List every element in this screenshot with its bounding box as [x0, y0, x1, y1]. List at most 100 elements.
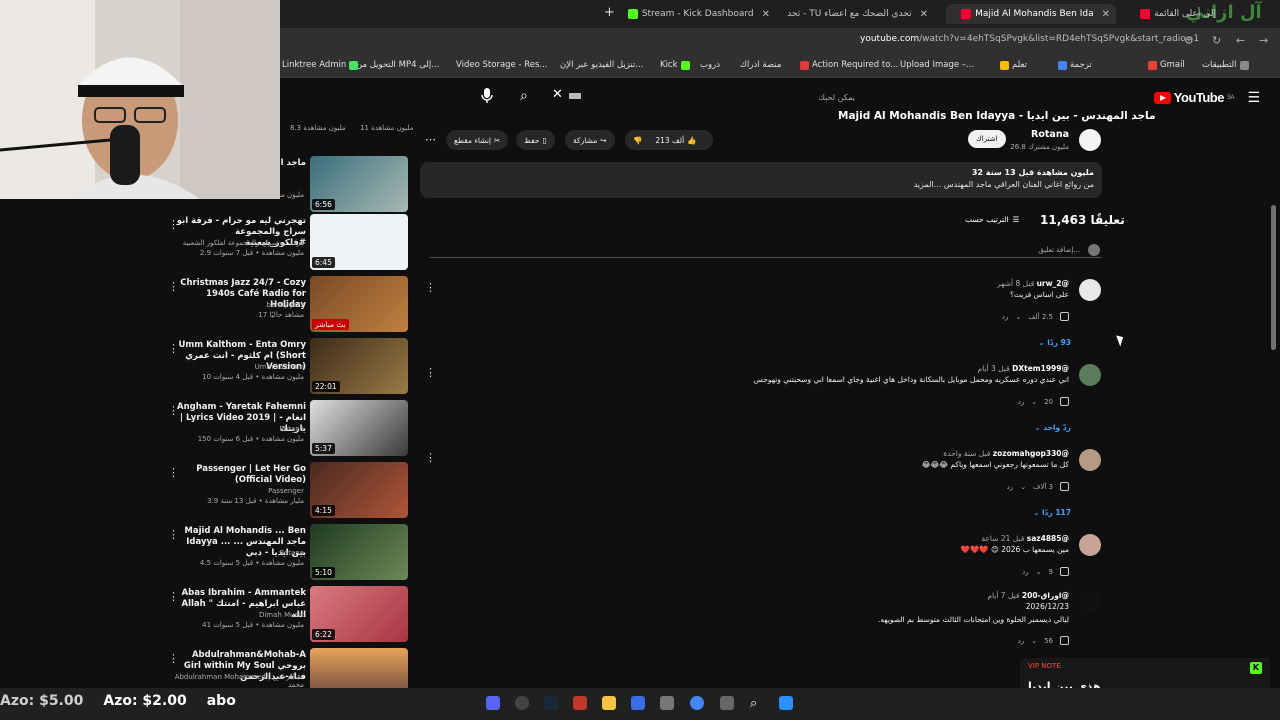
clip-button[interactable]: إنشاء مقطع ✂ — [446, 130, 509, 150]
rec-thumbnail[interactable]: 5:10 — [310, 524, 408, 580]
like-dislike-button[interactable]: 👎 213 ألف 👍 — [625, 130, 713, 150]
like-icon[interactable] — [1060, 312, 1069, 321]
like-icon[interactable] — [1060, 482, 1069, 491]
tune-icon[interactable]: ⚙ — [1184, 34, 1194, 47]
file-explorer-icon[interactable] — [602, 696, 616, 710]
rec-thumbnail[interactable]: 22:01 — [310, 338, 408, 394]
comment-avatar[interactable] — [1079, 591, 1101, 613]
bookmark-apps[interactable]: التطبيقات — [1202, 60, 1249, 70]
close-tab-icon[interactable]: ✕ — [762, 9, 770, 20]
rec-thumbnail[interactable]: بث مباشر — [310, 276, 408, 332]
more-options-icon[interactable]: ⋮ — [425, 281, 436, 294]
new-tab-button[interactable]: + — [604, 5, 615, 20]
rec-item[interactable]: ⋮ 6:22 Abas Ibrahim - Ammantek Allah " ع… — [160, 586, 412, 644]
rec-thumbnail[interactable]: 6:45 — [310, 214, 408, 270]
bookmark-video-storage[interactable]: Video Storage - Res... — [456, 60, 548, 70]
url-field[interactable]: youtube.com/watch?v=4ehTSqSPvgk&list=RD4… — [860, 34, 1199, 44]
comment-avatar[interactable] — [1079, 364, 1101, 386]
reply-button[interactable]: رد — [1018, 637, 1025, 645]
bookmark-gmail[interactable]: Gmail — [1148, 60, 1185, 70]
bookmark-upload-image[interactable]: Upload Image –... — [900, 60, 974, 70]
more-options-icon[interactable]: ⋮ — [425, 366, 436, 379]
channel-avatar[interactable] — [1079, 129, 1101, 151]
comment-avatar[interactable] — [1079, 534, 1101, 556]
bookmark-action-required[interactable]: Action Required to... — [800, 60, 898, 70]
video-actions: ⋯ إنشاء مقطع ✂ حفظ ▯ مشاركة ↪ 👎 213 ألف 👍 — [420, 130, 720, 150]
search-icon[interactable]: ⌕ — [750, 696, 764, 711]
dislike-icon[interactable]: ⌄ — [1015, 313, 1021, 321]
dislike-icon[interactable]: ⌄ — [1031, 398, 1037, 406]
reload-icon[interactable]: ↻ — [1212, 34, 1221, 47]
like-icon[interactable] — [1060, 636, 1069, 645]
subscribe-button[interactable]: اشتراك — [968, 130, 1006, 148]
bookmark-mp4-convert[interactable]: التحويل من MP4 إلى... — [356, 60, 439, 70]
microphone-icon[interactable] — [480, 87, 494, 105]
tab-top-of-list[interactable]: إلى أعلى القائمة — [1122, 4, 1222, 24]
search-icon[interactable]: ⌕ — [520, 88, 528, 104]
obs-icon[interactable] — [515, 696, 529, 710]
comment-avatar[interactable] — [1079, 449, 1101, 471]
back-icon[interactable]: ← — [1236, 34, 1245, 47]
channel-name[interactable]: Rotana — [1031, 129, 1069, 140]
bookmark-edraak[interactable]: منصة ادراك — [740, 60, 781, 70]
bookmark-translate[interactable]: ترجمة — [1058, 60, 1092, 70]
save-button[interactable]: حفظ ▯ — [516, 130, 555, 150]
dislike-icon[interactable]: ⌄ — [1036, 568, 1042, 576]
bookmark-kick[interactable]: Kick — [660, 60, 690, 70]
apps-grid-icon — [1239, 60, 1249, 70]
rec-thumbnail[interactable]: 6:56 — [310, 156, 408, 212]
forward-icon[interactable]: → — [1259, 34, 1268, 47]
like-icon[interactable] — [1060, 567, 1069, 576]
rec-item[interactable]: ⋮ 6:45 تهجرني ليه مو حرام - فرقة ابو سرا… — [160, 214, 412, 272]
tab-majid-al-mohandis[interactable]: ✕ Majid Al Mohandis Ben Ida — [946, 4, 1116, 24]
reply-button[interactable]: رد — [1018, 398, 1025, 406]
windows-start-icon[interactable] — [779, 696, 793, 710]
description-box[interactable]: 32 مليون مشاهدة قبل 13 سنة من روائع اغان… — [420, 162, 1102, 198]
rec-item[interactable]: ⋮ 4:15 Passenger | Let Her Go (Official … — [160, 462, 412, 520]
menu-icon[interactable]: ☰ — [1247, 90, 1260, 106]
dislike-icon[interactable]: ⌄ — [1031, 637, 1037, 645]
search-input[interactable]: يمكن لحبك — [543, 86, 863, 108]
bookmark-learn[interactable]: تعلم — [1000, 60, 1027, 70]
rec-thumbnail[interactable]: 5:37 — [310, 400, 408, 456]
tab-kick-dashboard[interactable]: ✕ Stream - Kick Dashboard — [626, 4, 776, 24]
rec-item[interactable]: ⋮ 5:10 Majid Al Mohandis ... Ben Idayya … — [160, 524, 412, 582]
youtube-logo[interactable]: YouTube SA — [1153, 90, 1235, 105]
reply-button[interactable]: رد — [1007, 483, 1014, 491]
reply-button[interactable]: رد — [1022, 568, 1029, 576]
sort-icon: ☰ — [1012, 215, 1020, 224]
chrome-icon[interactable] — [690, 696, 704, 710]
close-tab-icon[interactable]: ✕ — [920, 9, 928, 20]
bookmark-droob[interactable]: دروب — [700, 60, 720, 70]
rec-item[interactable]: ⋮ بث مباشر Christmas Jazz 24/7 - Cozy 19… — [160, 276, 412, 334]
bookmark-linktree[interactable]: Linktree Admin — [282, 60, 359, 70]
rec-item[interactable]: ⋮ 22:01 Umm Kalthom - Enta Omry ام كلثوم… — [160, 338, 412, 396]
steam-icon[interactable] — [544, 696, 558, 710]
comment-avatar[interactable] — [1079, 279, 1101, 301]
sort-comments-button[interactable]: الترتيب حسب ☰ — [965, 215, 1019, 224]
like-icon[interactable] — [1060, 397, 1069, 406]
editor-icon[interactable] — [573, 696, 587, 710]
store-icon[interactable] — [631, 696, 645, 710]
more-options-icon[interactable]: ⋮ — [425, 451, 436, 464]
task-view-icon[interactable] — [720, 696, 734, 710]
view-replies-button[interactable]: 117 ردًا ⌄ — [1033, 508, 1071, 517]
view-replies-button[interactable]: ردّ واحد ⌄ — [1034, 423, 1071, 432]
rec-thumbnail[interactable]: 4:15 — [310, 462, 408, 518]
scrollbar[interactable] — [1271, 205, 1276, 350]
youtube-favicon-icon — [961, 9, 972, 19]
discord-icon[interactable] — [486, 696, 500, 710]
dislike-icon[interactable]: ⌄ — [1020, 483, 1026, 491]
bookmark-video-download[interactable]: تنزيل الفيديو عبر الإن... — [560, 60, 643, 70]
app-icon[interactable] — [660, 696, 674, 710]
more-actions-icon[interactable]: ⋯ — [425, 133, 436, 146]
reply-button[interactable]: رد — [1002, 313, 1009, 321]
tab-laugh-challenge[interactable]: ✕ تحدي الضحك مع اعضاء TU - تحد — [784, 4, 934, 24]
close-tab-icon[interactable]: ✕ — [1102, 9, 1110, 20]
share-button[interactable]: مشاركة ↪ — [565, 130, 615, 150]
add-comment-field[interactable]: إضافة تعليق... — [430, 244, 1102, 258]
linktree-icon — [349, 60, 359, 70]
view-replies-button[interactable]: 93 ردًا ⌄ — [1038, 338, 1071, 347]
rec-item[interactable]: ⋮ 5:37 Angham - Yaretak Fahemni | Lyrics… — [160, 400, 412, 458]
rec-thumbnail[interactable]: 6:22 — [310, 586, 408, 642]
